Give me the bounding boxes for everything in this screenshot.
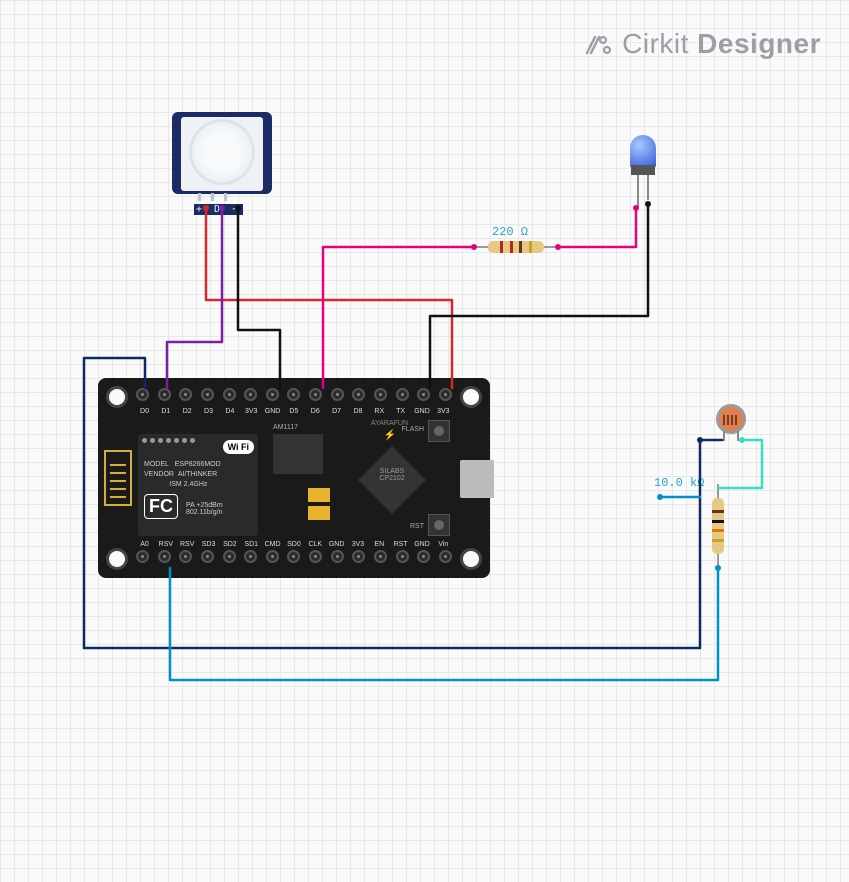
wifi-badge: Wi Fi [223,440,254,454]
pin-3v3[interactable] [352,550,365,563]
pin-labels-bottom: A0 RSV RSV SD3 SD2 SD1 CMD SD0 CLK GND 3V3 EN RST GND… [136,541,452,548]
pin-label: GND [328,541,345,548]
pin-label: Vin [435,541,452,548]
pin-label: SD3 [200,541,217,548]
pin-vin[interactable] [439,550,452,563]
rst-label: RST [410,523,424,530]
pin-label: A0 [136,541,153,548]
pin-label: GND [264,408,281,415]
pin-header-top [136,388,452,406]
pin-d8[interactable] [352,388,365,401]
pin-d4[interactable] [223,388,236,401]
pin-gnd[interactable] [417,550,430,563]
regulator-label: AM1117 [273,424,298,431]
pin-3v3[interactable] [439,388,452,401]
pin-label: 3V3 [243,408,260,415]
board-brand: AYARAFUN [371,420,408,427]
pin-rsv[interactable] [179,550,192,563]
pin-label: RST [392,541,409,548]
pin-label: RSV [179,541,196,548]
usb-chip-label: SILABSCP2102 [370,468,414,482]
brand-watermark: Cirkit Designer [585,28,821,60]
pin-tx[interactable] [396,388,409,401]
brand-icon [585,33,611,55]
pin-d6[interactable] [309,388,322,401]
pin-sd0[interactable] [287,550,300,563]
bolt-icon: ⚡ [384,430,396,441]
pin-label: CLK [307,541,324,548]
pin-label: D1 [157,408,174,415]
pin-label: RSV [157,541,174,548]
pin-d0[interactable] [136,388,149,401]
pin-label: GND [413,541,430,548]
shield-text: MODEL ESP8266MOD VENDOR AI/THINKER ISM 2… [144,460,221,489]
pin-en[interactable] [374,550,387,563]
pin-sd3[interactable] [201,550,214,563]
resistor-220-label: 220 Ω [492,225,528,239]
pin-label: 3V3 [349,541,366,548]
pin-label: CMD [264,541,281,548]
pin-sd2[interactable] [223,550,236,563]
pin-label: D8 [349,408,366,415]
micro-usb-port [460,460,494,498]
pin-label: TX [392,408,409,415]
wifi-antenna-icon [104,450,132,506]
pin-3v3[interactable] [244,388,257,401]
led-blue[interactable] [620,135,662,210]
ldr-photoresistor[interactable] [716,404,746,434]
pin-gnd[interactable] [331,550,344,563]
pin-d5[interactable] [287,388,300,401]
flash-label: FLASH [401,426,424,433]
flash-button[interactable] [428,420,450,442]
pin-cmd[interactable] [266,550,279,563]
resistor-10k-label: 10.0 kΩ [654,476,704,490]
pin-label: D4 [221,408,238,415]
brand-text-2: Designer [697,28,821,59]
capacitor-icon [308,488,330,502]
capacitor-icon [308,506,330,520]
pin-label: GND [413,408,430,415]
pin-a0[interactable] [136,550,149,563]
pin-d1[interactable] [158,388,171,401]
pin-label: SD0 [285,541,302,548]
pin-label: D2 [179,408,196,415]
pin-gnd[interactable] [266,388,279,401]
pin-d3[interactable] [201,388,214,401]
resistor-10k[interactable] [712,498,724,554]
pin-rsv[interactable] [158,550,171,563]
pin-label: D6 [307,408,324,415]
pin-d7[interactable] [331,388,344,401]
esp8266-nodemcu[interactable]: D0 D1 D2 D3 D4 3V3 GND D5 D6 D7 D8 RX TX GND 3V3 A0 RSV… [98,378,490,578]
pin-header-bottom [136,550,452,568]
pin-label: RX [371,408,388,415]
reset-button[interactable] [428,514,450,536]
pin-label: SD1 [243,541,260,548]
pin-clk[interactable] [309,550,322,563]
pin-label: 3V3 [435,408,452,415]
pin-label: D7 [328,408,345,415]
brand-text-1: Cirkit [622,28,689,59]
pin-gnd[interactable] [417,388,430,401]
pin-rst[interactable] [396,550,409,563]
pir-sensor[interactable]: + D − [172,112,272,197]
pin-rx[interactable] [374,388,387,401]
pin-label: EN [371,541,388,548]
pin-label: D0 [136,408,153,415]
pin-labels-top: D0 D1 D2 D3 D4 3V3 GND D5 D6 D7 D8 RX TX GND 3V3 [136,408,452,415]
pir-pin-labels: + D − [194,204,243,215]
pin-sd1[interactable] [244,550,257,563]
fcc-logo: FC [144,494,178,519]
voltage-regulator [273,434,323,474]
esp-shield: Wi Fi MODEL ESP8266MOD VENDOR AI/THINKER… [138,434,258,536]
pin-label: SD2 [221,541,238,548]
resistor-220[interactable] [488,241,544,253]
pin-label: D5 [285,408,302,415]
pin-d2[interactable] [179,388,192,401]
pin-label: D3 [200,408,217,415]
